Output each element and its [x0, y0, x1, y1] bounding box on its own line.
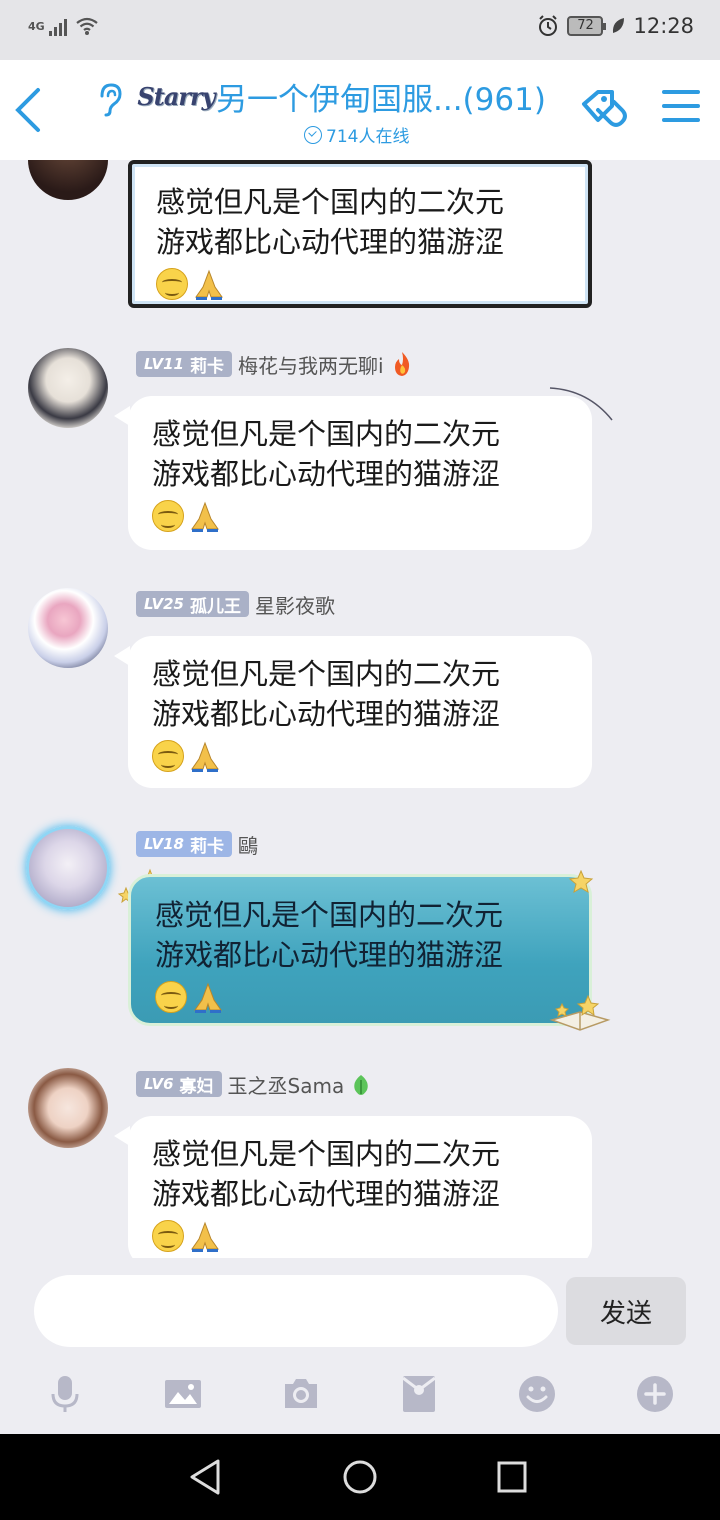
message-meta: LV11 莉卡 梅花与我两无聊i — [136, 350, 414, 378]
smirk-face-icon — [156, 268, 188, 300]
pray-hands-icon — [191, 501, 219, 532]
emoji-group — [152, 499, 222, 533]
fire-icon — [394, 352, 409, 376]
nav-back-icon[interactable] — [188, 1458, 224, 1496]
message-bubble[interactable]: 感觉但凡是个国内的二次元 游戏都比心动代理的猫游涩 — [114, 396, 592, 550]
emoji-group — [152, 1219, 222, 1253]
message-bubble[interactable]: 感觉但凡是个国内的二次元 游戏都比心动代理的猫游涩 — [114, 1116, 592, 1258]
level-badge: LV6 寡妇 — [136, 1071, 222, 1097]
online-count-text: 714人在线 — [326, 127, 410, 147]
signal-icon — [48, 16, 67, 36]
smirk-face-icon — [152, 740, 184, 772]
message-text-line: 游戏都比心动代理的猫游涩 — [152, 1177, 501, 1211]
message-text-line: 游戏都比心动代理的猫游涩 — [152, 457, 501, 491]
ear-icon[interactable] — [94, 82, 126, 118]
message-text-line: 游戏都比心动代理的猫游涩 — [155, 938, 504, 972]
smirk-face-icon — [152, 1220, 184, 1252]
avatar[interactable] — [28, 588, 108, 668]
nav-recents-icon[interactable] — [496, 1458, 528, 1496]
message-meta: LV6 寡妇 玉之丞Sama — [136, 1070, 372, 1098]
battery-indicator: 72 — [567, 16, 607, 36]
message-meta: LV25 孤儿王 星影夜歌 — [136, 590, 335, 618]
pray-hands-icon — [195, 269, 223, 300]
group-title: 另一个伊甸国服...(961) — [216, 82, 546, 118]
image-icon[interactable] — [163, 1374, 203, 1414]
message-text-line: 感觉但凡是个国内的二次元 — [156, 185, 505, 219]
chat-header: Starry 另一个伊甸国服...(961) 714人在线 — [0, 60, 720, 160]
emoji-group — [152, 739, 222, 773]
wifi-icon — [76, 17, 98, 35]
nav-home-icon[interactable] — [342, 1458, 378, 1496]
level-badge: LV11 莉卡 — [136, 351, 232, 377]
network-type: 4G — [28, 19, 45, 33]
send-button[interactable]: 发送 — [566, 1277, 686, 1345]
clock: 12:28 — [633, 14, 694, 38]
sender-nickname[interactable]: 玉之丞Sama — [228, 1070, 345, 1099]
status-bar: 4G 72 12:28 — [0, 0, 720, 60]
avatar[interactable] — [28, 160, 108, 200]
pray-hands-icon — [191, 741, 219, 772]
plus-icon[interactable] — [635, 1374, 675, 1414]
pray-hands-icon — [191, 1221, 219, 1252]
star-decoration-icon — [568, 870, 594, 894]
emoji-icon[interactable] — [517, 1374, 557, 1414]
message-text-line: 感觉但凡是个国内的二次元 — [155, 898, 504, 932]
avatar[interactable] — [26, 826, 110, 910]
sprout-icon — [354, 1075, 368, 1095]
message-text-line: 感觉但凡是个国内的二次元 — [152, 417, 501, 451]
alarm-icon — [539, 15, 558, 36]
chevron-down-circle-icon — [304, 125, 322, 144]
emoji-group — [156, 267, 226, 301]
sender-nickname[interactable]: 梅花与我两无聊i — [238, 350, 384, 379]
level-badge: LV25 孤儿王 — [136, 591, 249, 617]
sender-nickname[interactable]: 鷗 — [238, 830, 258, 859]
message-bubble[interactable]: 感觉但凡是个国内的二次元 游戏都比心动代理的猫游涩 — [128, 160, 592, 308]
chat-message: LV25 孤儿王 星影夜歌 感觉但凡是个国内的二次元 游戏都比心动代理的猫游涩 — [0, 588, 720, 798]
message-text-line: 游戏都比心动代理的猫游涩 — [156, 225, 505, 259]
smirk-face-icon — [155, 981, 187, 1013]
pray-hands-icon — [194, 982, 222, 1013]
chat-message: 感觉但凡是个国内的二次元 游戏都比心动代理的猫游涩 — [0, 160, 720, 310]
camera-icon[interactable] — [281, 1374, 321, 1414]
message-text-line: 游戏都比心动代理的猫游涩 — [152, 697, 501, 731]
chat-message: LV18 莉卡 鷗 感觉但凡是个国内的二次元 游戏都比心动代理的猫游涩 — [0, 820, 720, 1050]
message-input[interactable] — [34, 1275, 558, 1347]
sender-nickname[interactable]: 星影夜歌 — [255, 590, 335, 619]
system-navigation-bar — [0, 1434, 720, 1520]
message-meta: LV18 莉卡 鷗 — [136, 830, 258, 858]
chat-title-area[interactable]: Starry 另一个伊甸国服...(961) — [137, 74, 546, 119]
avatar[interactable] — [28, 348, 108, 428]
composer-toolbar — [0, 1368, 720, 1434]
leaf-icon — [613, 18, 625, 33]
book-decoration-icon — [549, 994, 611, 1031]
red-packet-icon[interactable] — [399, 1374, 439, 1414]
microphone-icon[interactable] — [45, 1374, 85, 1414]
back-arrow-icon[interactable] — [10, 82, 50, 138]
link-tag-icon[interactable] — [578, 86, 630, 134]
message-list[interactable]: 感觉但凡是个国内的二次元 游戏都比心动代理的猫游涩 LV11 莉卡 梅花与我两无聊… — [0, 160, 720, 1258]
chat-message: LV6 寡妇 玉之丞Sama 感觉但凡是个国内的二次元 游戏都比心动代理的猫游涩 — [0, 1068, 720, 1258]
smirk-face-icon — [152, 500, 184, 532]
message-text-line: 感觉但凡是个国内的二次元 — [152, 1137, 501, 1171]
message-composer: 发送 — [0, 1258, 720, 1368]
message-bubble[interactable]: 感觉但凡是个国内的二次元 游戏都比心动代理的猫游涩 — [114, 636, 592, 788]
online-count: 714人在线 — [304, 122, 409, 147]
network-indicator: 4G — [28, 16, 99, 36]
emoji-group — [155, 980, 225, 1014]
chat-message: LV11 莉卡 梅花与我两无聊i 感觉但凡是个国内的二次元 游戏都比心动代理的猫游… — [0, 348, 720, 558]
message-text-line: 感觉但凡是个国内的二次元 — [152, 657, 501, 691]
avatar[interactable] — [28, 1068, 108, 1148]
message-bubble[interactable]: 感觉但凡是个国内的二次元 游戏都比心动代理的猫游涩 — [128, 874, 592, 1026]
group-logo: Starry — [137, 82, 215, 111]
level-badge: LV18 莉卡 — [136, 831, 232, 857]
menu-icon[interactable] — [662, 86, 700, 126]
